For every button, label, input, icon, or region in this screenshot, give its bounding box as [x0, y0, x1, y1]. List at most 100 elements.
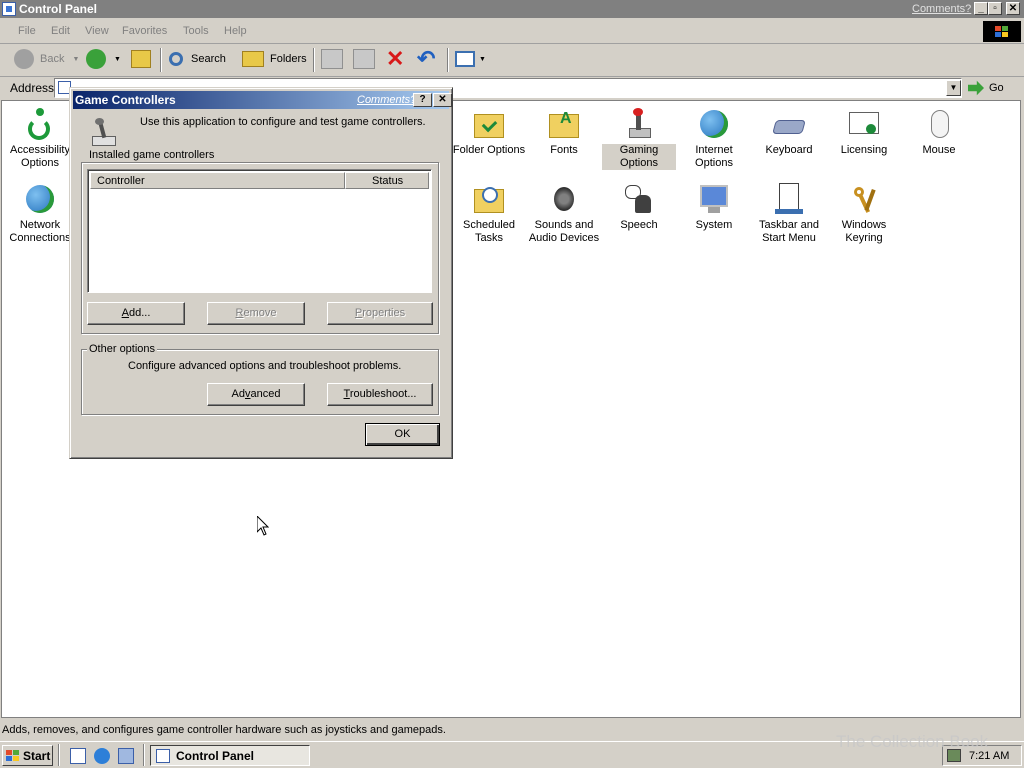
menu-bar: File Edit View Favorites Tools Help: [0, 19, 1024, 44]
folders-button[interactable]: Folders: [242, 44, 307, 74]
properties-button[interactable]: Properties: [327, 302, 433, 325]
cp-gaming-options[interactable]: Gaming Options: [602, 104, 676, 170]
menu-help[interactable]: Help: [224, 25, 247, 37]
taskbar-control-panel[interactable]: Control Panel: [150, 745, 310, 766]
cp-item-label: Sounds and Audio Devices: [528, 219, 600, 244]
licensing-icon: [848, 108, 880, 140]
control-panel-icon: [156, 748, 170, 763]
menu-file[interactable]: File: [18, 25, 36, 37]
toolbar-separator: [447, 48, 449, 72]
undo-button[interactable]: ↶: [417, 44, 435, 74]
window-title: Control Panel: [19, 2, 98, 16]
search-icon: [169, 52, 183, 66]
cp-item-label: Taskbar and Start Menu: [759, 219, 819, 244]
cp-speech[interactable]: Speech: [602, 179, 676, 232]
back-button[interactable]: Back ▼: [14, 44, 79, 74]
windows-flag-icon: [6, 749, 20, 762]
dialog-help-button[interactable]: ?: [413, 93, 432, 107]
minimize-button[interactable]: _: [974, 2, 988, 15]
explorer-icon[interactable]: [118, 748, 134, 764]
views-button[interactable]: ▼: [455, 44, 486, 74]
cp-windows-keyring[interactable]: Windows Keyring: [827, 179, 901, 245]
mouse-icon: [923, 108, 955, 140]
other-options-label: Other options: [87, 343, 158, 355]
move-to-button[interactable]: [321, 44, 343, 74]
menu-tools[interactable]: Tools: [183, 25, 209, 37]
control-panel-icon: [2, 2, 16, 16]
cp-accessibility-options[interactable]: Accessibility Options: [3, 104, 77, 170]
restore-button[interactable]: ▫: [988, 2, 1002, 15]
cp-licensing[interactable]: Licensing: [827, 104, 901, 157]
up-folder-button[interactable]: [131, 44, 151, 74]
window-titlebar[interactable]: Control Panel Comments? _ ▫ ✕: [0, 0, 1024, 18]
menu-favorites[interactable]: Favorites: [122, 25, 167, 37]
address-label: Address: [10, 81, 55, 95]
cp-keyboard[interactable]: Keyboard: [752, 104, 826, 157]
cp-internet-options[interactable]: Internet Options: [677, 104, 751, 170]
views-icon: [455, 51, 475, 67]
comments-link[interactable]: Comments?: [912, 3, 971, 15]
column-header-status[interactable]: Status: [345, 172, 429, 189]
internet-explorer-icon[interactable]: [94, 748, 110, 764]
game-controllers-dialog: Game Controllers Comments? ? ✕ Use this …: [69, 87, 453, 459]
internet-icon: [698, 108, 730, 140]
windows-logo-icon: [983, 21, 1021, 42]
cp-item-label: Accessibility Options: [10, 144, 70, 169]
taskbar-control-panel-label: Control Panel: [176, 748, 255, 763]
add-button[interactable]: Add...: [87, 302, 185, 325]
speech-icon: [623, 183, 655, 215]
up-folder-icon: [131, 50, 151, 68]
cp-sounds-audio-devices[interactable]: Sounds and Audio Devices: [527, 179, 601, 245]
dialog-intro-text: Use this application to configure and te…: [140, 116, 426, 128]
go-arrow-icon: [968, 80, 984, 96]
folders-icon: [242, 51, 264, 67]
close-button[interactable]: ✕: [1006, 2, 1020, 15]
address-dropdown-button[interactable]: ▼: [946, 80, 961, 96]
mouse-cursor-icon: [257, 516, 269, 536]
chevron-down-icon: ▼: [72, 55, 80, 63]
cp-item-label: Gaming Options: [602, 144, 676, 170]
copy-to-button[interactable]: [353, 44, 375, 74]
menu-edit[interactable]: Edit: [51, 25, 70, 37]
dialog-comments-link[interactable]: Comments?: [357, 94, 416, 106]
advanced-button[interactable]: Advanced: [207, 383, 305, 406]
network-icon: [24, 183, 56, 215]
accessibility-icon: [24, 108, 56, 140]
undo-icon: ↶: [417, 46, 436, 71]
search-button[interactable]: Search: [169, 44, 226, 74]
cp-mouse[interactable]: Mouse: [902, 104, 976, 157]
keyring-icon: [848, 183, 880, 215]
go-button[interactable]: Go: [968, 77, 1020, 99]
cp-fonts[interactable]: A Fonts: [527, 104, 601, 157]
dialog-close-button[interactable]: ✕: [433, 93, 452, 107]
cp-item-label: Folder Options: [452, 144, 526, 156]
column-header-controller[interactable]: Controller: [90, 172, 345, 189]
cp-network-connections[interactable]: Network Connections: [3, 179, 77, 245]
start-button[interactable]: Start: [2, 745, 53, 766]
cp-taskbar-start-menu[interactable]: Taskbar and Start Menu: [752, 179, 826, 245]
cp-system[interactable]: System: [677, 179, 751, 232]
cp-folder-options[interactable]: Folder Options: [452, 104, 526, 157]
speaker-icon: [548, 183, 580, 215]
status-text: Adds, removes, and configures game contr…: [2, 724, 446, 736]
copy-to-icon: [353, 49, 375, 69]
back-label: Back: [40, 53, 65, 65]
cp-scheduled-tasks[interactable]: Scheduled Tasks: [452, 179, 526, 245]
menu-view[interactable]: View: [85, 25, 109, 37]
toolbar-separator: [160, 48, 162, 72]
cp-item-label: Speech: [620, 219, 658, 231]
cp-item-label: Network Connections: [9, 219, 71, 244]
ok-button[interactable]: OK: [365, 423, 440, 446]
show-desktop-icon[interactable]: [70, 748, 86, 764]
forward-button[interactable]: ▼: [86, 44, 121, 74]
dialog-titlebar[interactable]: Game Controllers Comments? ? ✕: [73, 91, 452, 109]
controllers-list[interactable]: Controller Status: [87, 169, 432, 293]
toolbar: Back ▼ ▼ Search Folders ✕ ↶ ▼: [0, 44, 1024, 77]
troubleshoot-button[interactable]: Troubleshoot...: [327, 383, 433, 406]
toolbar-separator: [313, 48, 315, 72]
cp-item-label: Scheduled Tasks: [463, 219, 515, 244]
folders-label: Folders: [270, 53, 307, 65]
remove-button[interactable]: Remove: [207, 302, 305, 325]
delete-button[interactable]: ✕: [386, 44, 404, 74]
keyboard-icon: [772, 108, 806, 140]
